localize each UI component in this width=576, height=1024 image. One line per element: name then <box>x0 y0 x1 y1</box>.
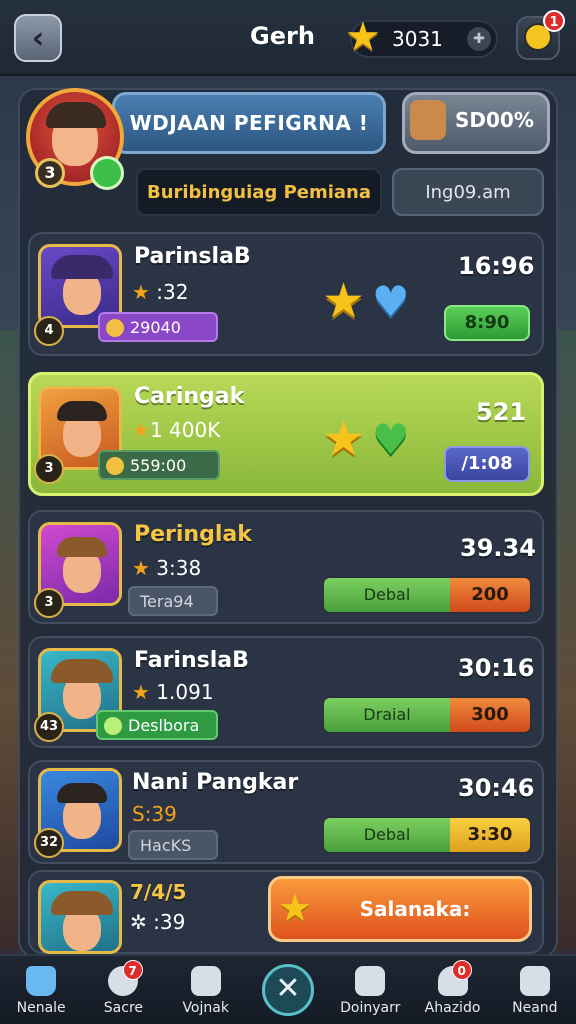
rank-badge: 3 <box>34 454 64 484</box>
rank-badge: 32 <box>34 828 64 858</box>
player-score: ★1 400K <box>132 418 221 442</box>
page-title: Gerh <box>250 22 315 50</box>
event-subtitle: Buribinguiag Pemiana <box>136 168 382 216</box>
bag-icon <box>355 966 386 996</box>
nav-bag[interactable]: Doinyarr <box>329 956 411 1024</box>
gear-icon <box>106 319 124 337</box>
hero-status-icon <box>90 156 124 190</box>
nav-badge: 7 <box>122 960 143 980</box>
rank-badge: 3 <box>34 588 64 618</box>
player-score: ★ :32 <box>132 280 189 304</box>
challenge-button[interactable]: 8:90 <box>444 305 530 341</box>
currency-value: 3031 <box>392 27 443 51</box>
player-time: 39.34 <box>460 534 536 562</box>
reward-value: 200 <box>450 578 530 612</box>
nav-badge: 0 <box>451 960 472 980</box>
score-percent: SD00% <box>455 108 534 132</box>
reward-button[interactable]: Debal 3:30 <box>322 816 532 854</box>
notification-badge: 1 <box>543 10 565 32</box>
star-icon: ★ <box>278 886 313 930</box>
star-icon: ★ <box>322 411 366 467</box>
player-avatar <box>38 880 122 954</box>
star-icon: ★ <box>132 680 150 704</box>
home-icon <box>26 966 57 996</box>
player-tag: Deslbora <box>96 710 218 740</box>
menu-icon <box>519 966 550 996</box>
list-icon <box>190 966 221 996</box>
challenge-button[interactable]: /1:08 <box>444 446 530 482</box>
heart-icon: ♥ <box>372 415 410 464</box>
player-tag: 559:00 <box>98 450 220 480</box>
player-time: 16:96 <box>458 252 535 280</box>
star-icon: ★ <box>132 280 150 304</box>
reward-value: 3:30 <box>450 818 530 852</box>
rank-badge: 43 <box>34 712 64 742</box>
chevron-left-icon: ‹ <box>31 20 45 56</box>
nav-profile[interactable]: 7 Sacre <box>82 956 164 1024</box>
player-name: ParinslaB <box>134 244 251 269</box>
reward-button[interactable]: Draial 300 <box>322 696 532 734</box>
star-icon: ★ <box>345 14 381 60</box>
reward-button[interactable]: Debal 200 <box>322 576 532 614</box>
player-time: 30:46 <box>458 774 535 802</box>
player-time: 30:16 <box>458 654 535 682</box>
player-tag: HacKS <box>128 830 218 860</box>
reward-value: 300 <box>450 698 530 732</box>
event-time: Ing09.am <box>392 168 544 216</box>
player-tag: Tera94 <box>128 586 218 616</box>
player-score: ★ 1.091 <box>132 680 214 704</box>
back-button[interactable]: ‹ <box>14 14 62 62</box>
player-name: Caringak <box>134 384 245 409</box>
bottom-navigation: Nenale 7 Sacre Vojnak ✕ Doinyarr 0 Ahazi… <box>0 954 576 1024</box>
reward-label: Debal <box>324 818 450 852</box>
player-name: Peringlak <box>134 522 252 547</box>
player-time: 521 <box>476 398 527 426</box>
cowboy-avatar-icon <box>410 100 446 140</box>
heart-icon: ♥ <box>372 277 410 326</box>
reward-label: Draial <box>324 698 450 732</box>
player-score: ★ 3:38 <box>132 556 202 580</box>
coin-icon <box>106 457 124 475</box>
player-name: FarinslaB <box>134 648 249 673</box>
player-score: ✲ :39 <box>130 910 186 934</box>
star-icon: ★ <box>322 273 366 329</box>
nav-home[interactable]: Nenale <box>0 956 82 1024</box>
nav-list[interactable]: Vojnak <box>165 956 247 1024</box>
nav-center[interactable]: ✕ <box>247 956 329 1024</box>
player-tag: 29040 <box>98 312 218 342</box>
player-score: S:39 <box>132 802 177 826</box>
reward-label: Debal <box>324 578 450 612</box>
nav-menu[interactable]: Neand <box>494 956 576 1024</box>
plus-icon[interactable]: ✚ <box>467 27 491 51</box>
star-icon: ★ <box>132 556 150 580</box>
rank-badge: 4 <box>34 316 64 346</box>
close-icon: ✕ <box>261 964 314 1016</box>
tag-icon <box>104 717 122 735</box>
nav-friends[interactable]: 0 Ahazido <box>411 956 493 1024</box>
player-name: 7/4/5 <box>130 880 187 904</box>
star-icon: ★ <box>132 418 150 442</box>
player-name: Nani Pangkar <box>132 770 299 795</box>
event-banner: WDJAAN PEFIGRNA ! <box>112 92 386 154</box>
hero-level-badge: 3 <box>35 158 65 188</box>
